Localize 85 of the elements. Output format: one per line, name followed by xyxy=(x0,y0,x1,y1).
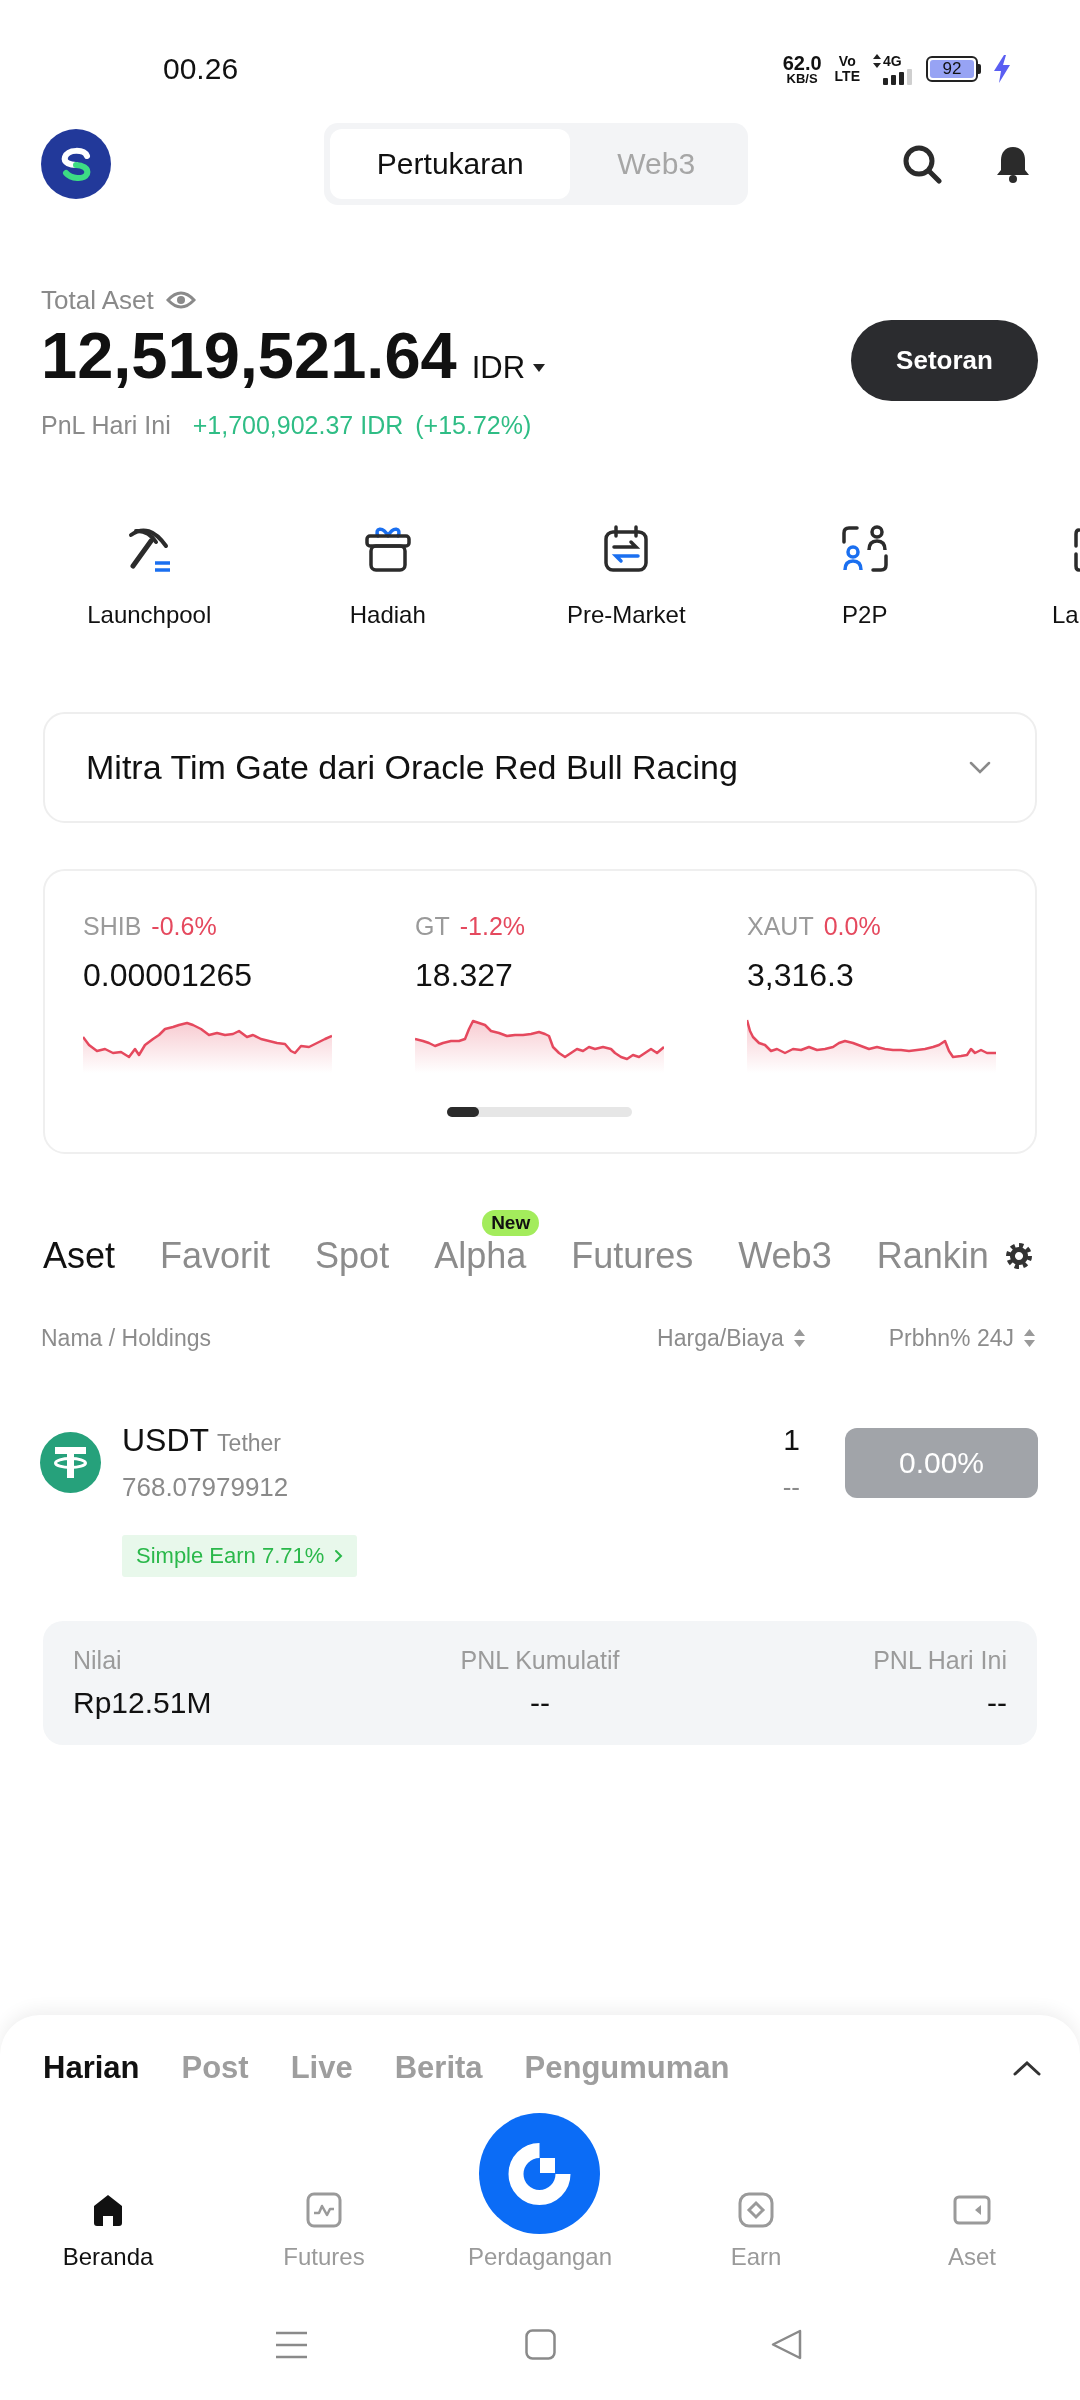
change-sort-header[interactable]: Prbhn% 24J xyxy=(888,1324,1035,1352)
notification-bell-icon[interactable] xyxy=(995,144,1031,184)
name-column-header: Nama / Holdings xyxy=(41,1324,213,1353)
ticker-symbol: XAUT xyxy=(747,911,814,942)
ticker-price: 0.00001265 xyxy=(83,956,253,995)
segment-tab[interactable]: Pertukaran xyxy=(330,129,571,199)
pnl-label: PnL Hari Ini xyxy=(41,410,171,440)
total-amount: 12,519,521.64 xyxy=(41,320,457,392)
pnl-percent: (+15.72%) xyxy=(415,410,532,440)
asset-price: 1 xyxy=(783,1422,800,1458)
currency-dropdown[interactable]: IDR xyxy=(471,350,546,386)
announcement-banner[interactable]: Mitra Tim Gate dari Oracle Red Bull Racing xyxy=(43,712,1037,823)
ticker-symbol: GT xyxy=(415,911,450,942)
market-tab[interactable]: Favorit xyxy=(160,1238,271,1274)
summary-label: PNL Hari Ini xyxy=(873,1645,1007,1675)
market-tab[interactable]: Spot xyxy=(315,1238,390,1274)
chart-pulse-icon xyxy=(304,2190,344,2230)
back-icon[interactable] xyxy=(771,2329,802,2360)
home-button-icon[interactable] xyxy=(525,2329,556,2360)
asset-name: Tether xyxy=(217,1430,282,1457)
settings-icon[interactable] xyxy=(1005,1242,1033,1270)
asset-cost: -- xyxy=(782,1471,800,1504)
network-type: 4G xyxy=(883,53,902,69)
market-tab[interactable]: Futures xyxy=(571,1238,694,1274)
summary-value: Rp12.51M xyxy=(73,1685,212,1721)
market-tab[interactable]: Aset xyxy=(43,1238,116,1274)
ticker-price: 3,316.3 xyxy=(747,956,854,995)
ticker-change: -1.2% xyxy=(459,911,526,942)
nav-tab[interactable]: Beranda xyxy=(62,2190,154,2271)
summary-value: -- xyxy=(530,1685,550,1721)
signal-icon xyxy=(883,68,913,85)
pnl-value: +1,700,902.37 IDR xyxy=(192,410,404,440)
new-badge: New xyxy=(482,1210,540,1236)
deposit-button[interactable]: Setoran xyxy=(851,320,1038,401)
battery-indicator: 92 xyxy=(926,56,981,82)
shortcut-button[interactable]: Hadiah xyxy=(349,522,426,631)
total-assets-label: Total Aset xyxy=(41,284,154,317)
speed-unit: KB/S xyxy=(786,71,818,85)
trade-logo-icon xyxy=(479,2113,601,2234)
chevron-down-icon xyxy=(969,760,991,775)
chevron-up-icon[interactable] xyxy=(1013,2060,1041,2076)
summary-value: -- xyxy=(987,1685,1007,1721)
nav-tab[interactable]: Perdagangan xyxy=(467,2113,613,2271)
market-tab[interactable]: Web3 xyxy=(738,1238,832,1274)
feed-tab[interactable]: Pengumuman xyxy=(524,2051,730,2085)
ticker-change: -0.6% xyxy=(151,911,217,942)
feed-tab[interactable]: Berita xyxy=(394,2051,483,2085)
chevron-right-icon xyxy=(334,1549,344,1563)
feed-tab[interactable]: Live xyxy=(290,2051,353,2085)
market-tab[interactable]: Alpha xyxy=(434,1238,527,1274)
change-chip: 0.00% xyxy=(845,1427,1038,1498)
network-speed: 62.0 xyxy=(782,53,822,72)
shortcut-button[interactable]: Launchpool xyxy=(87,522,212,631)
menu-icon[interactable] xyxy=(275,2329,308,2360)
volte-label: Vo xyxy=(838,54,856,69)
price-sort-header[interactable]: Harga/Biaya xyxy=(657,1324,805,1352)
data-arrows-icon xyxy=(873,54,881,68)
shortcut-button[interactable]: La xyxy=(1052,522,1080,631)
feed-tab[interactable]: Harian xyxy=(43,2051,140,2085)
diamond-square-icon xyxy=(736,2190,776,2230)
ticker-change: 0.0% xyxy=(823,911,881,942)
nav-tab[interactable]: Futures xyxy=(283,2190,365,2271)
caret-down-icon xyxy=(533,364,546,372)
shortcut-button[interactable]: P2P xyxy=(837,522,892,631)
simple-earn-tag[interactable]: Simple Earn 7.71% xyxy=(122,1535,358,1577)
sort-icon xyxy=(793,1329,805,1347)
asset-symbol: USDT xyxy=(122,1421,210,1460)
ticker-price: 18.327 xyxy=(415,956,513,995)
eye-icon[interactable] xyxy=(165,290,196,310)
status-time: 00.26 xyxy=(163,51,239,87)
shortcut-button[interactable]: Pre-Market xyxy=(566,522,686,631)
nav-tab[interactable]: Aset xyxy=(948,2190,996,2271)
segment-tab[interactable]: Web3 xyxy=(570,129,742,199)
market-tab[interactable]: Rankin xyxy=(876,1238,989,1274)
ticker-symbol: SHIB xyxy=(83,911,142,942)
app-logo-icon[interactable] xyxy=(41,129,111,199)
search-icon[interactable] xyxy=(902,144,942,184)
asset-holdings: 768.07979912 xyxy=(122,1471,289,1504)
volte-label: LTE xyxy=(834,69,860,84)
sort-icon xyxy=(1024,1329,1035,1347)
nav-tab[interactable]: Earn xyxy=(730,2190,782,2271)
tether-coin-icon xyxy=(40,1432,101,1493)
summary-label: Nilai xyxy=(73,1645,122,1675)
summary-label: PNL Kumulatif xyxy=(460,1645,620,1675)
feed-tab[interactable]: Post xyxy=(181,2051,249,2085)
